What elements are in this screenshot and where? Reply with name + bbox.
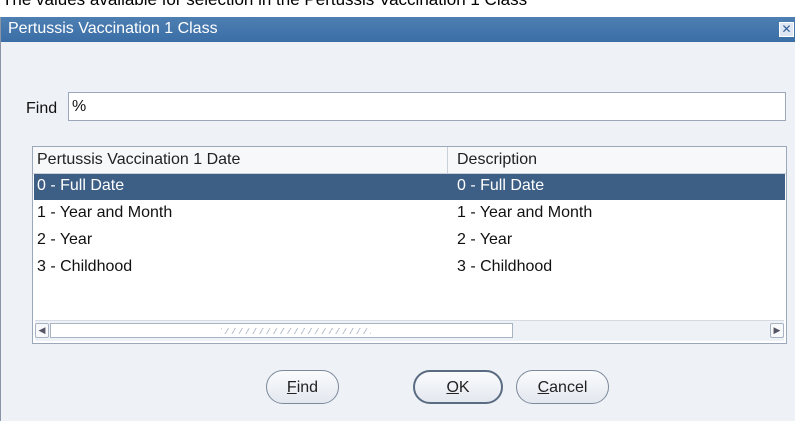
column-header-date[interactable]: Pertussis Vaccination 1 Date bbox=[37, 151, 240, 169]
horizontal-scrollbar[interactable]: ◀ ▶ bbox=[35, 320, 784, 341]
list-row-year-and-month[interactable]: 1 - Year and Month 1 - Year and Month bbox=[34, 201, 785, 227]
find-label: Find bbox=[26, 100, 58, 117]
results-list: Pertussis Vaccination 1 Date Description… bbox=[32, 146, 787, 344]
find-button-label: ind bbox=[296, 379, 319, 396]
cell-description: 1 - Year and Month bbox=[457, 204, 593, 221]
scroll-right-icon[interactable]: ▶ bbox=[770, 323, 784, 338]
dialog-title: Pertussis Vaccination 1 Class bbox=[8, 20, 218, 37]
scrollbar-thumb[interactable] bbox=[50, 323, 513, 338]
ok-button-label: K bbox=[458, 379, 470, 396]
dialog-titlebar[interactable]: Pertussis Vaccination 1 Class ✕ bbox=[1, 17, 795, 42]
pertussis-lov-dialog: Pertussis Vaccination 1 Class ✕ Find Per… bbox=[0, 17, 795, 421]
list-header: Pertussis Vaccination 1 Date Description bbox=[33, 147, 786, 174]
column-divider[interactable] bbox=[447, 147, 448, 173]
cancel-button-label: ancel bbox=[549, 379, 588, 396]
find-button[interactable]: Find bbox=[266, 370, 339, 404]
find-input[interactable] bbox=[68, 92, 786, 121]
list-row-full-date[interactable]: 0 - Full Date 0 - Full Date bbox=[34, 174, 785, 200]
grip-icon bbox=[221, 328, 371, 334]
cell-description: 2 - Year bbox=[457, 231, 513, 248]
ok-button[interactable]: OK bbox=[413, 370, 503, 404]
cancel-button[interactable]: Cancel bbox=[516, 370, 609, 404]
scroll-left-icon[interactable]: ◀ bbox=[35, 323, 49, 338]
cell-description: 3 - Childhood bbox=[457, 258, 553, 275]
cell-date: 0 - Full Date bbox=[37, 177, 125, 194]
cell-date: 2 - Year bbox=[37, 231, 93, 248]
ok-mnemonic: O bbox=[446, 379, 459, 396]
background-page-text: The values available for selection in th… bbox=[2, 0, 527, 10]
find-mnemonic: F bbox=[286, 379, 297, 396]
list-row-year[interactable]: 2 - Year 2 - Year bbox=[34, 228, 785, 254]
cancel-mnemonic: C bbox=[537, 379, 550, 396]
column-header-description[interactable]: Description bbox=[457, 151, 537, 169]
cell-description: 0 - Full Date bbox=[457, 177, 545, 194]
close-icon[interactable]: ✕ bbox=[779, 22, 794, 37]
cell-date: 3 - Childhood bbox=[37, 258, 133, 275]
cell-date: 1 - Year and Month bbox=[37, 204, 173, 221]
list-row-childhood[interactable]: 3 - Childhood 3 - Childhood bbox=[34, 255, 785, 281]
